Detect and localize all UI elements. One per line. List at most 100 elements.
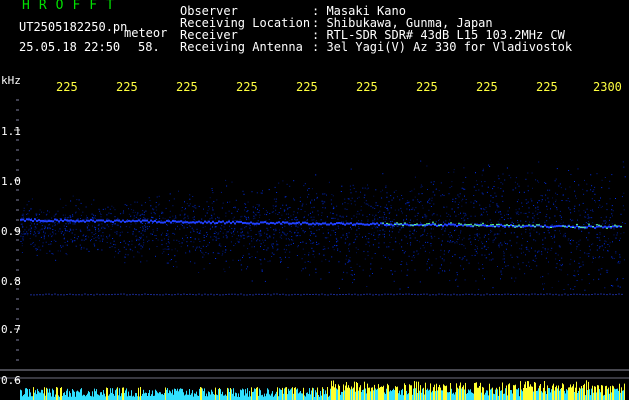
noise-pixel xyxy=(556,194,558,195)
carrier-line xyxy=(374,223,376,226)
secondary-line xyxy=(306,293,308,295)
noise-pixel xyxy=(212,207,213,209)
amplitude-bar xyxy=(490,389,491,400)
noise-pixel xyxy=(246,268,247,270)
noise-pixel xyxy=(109,246,111,248)
noise-pixel xyxy=(64,232,66,234)
noise-pixel xyxy=(175,261,177,263)
noise-pixel xyxy=(184,209,186,210)
amplitude-bar xyxy=(333,380,334,400)
amplitude-bar xyxy=(338,384,339,400)
noise-pixel xyxy=(494,233,496,235)
noise-pixel xyxy=(128,241,130,242)
noise-pixel xyxy=(384,256,386,258)
amplitude-bar xyxy=(304,395,305,400)
amplitude-bar xyxy=(102,394,103,400)
noise-pixel xyxy=(418,201,420,203)
noise-pixel xyxy=(527,185,529,187)
noise-pixel xyxy=(381,197,383,199)
noise-pixel xyxy=(247,201,249,203)
noise-pixel xyxy=(283,248,285,250)
noise-pixel xyxy=(596,237,598,239)
noise-pixel xyxy=(515,277,517,279)
noise-pixel xyxy=(218,217,220,219)
noise-pixel xyxy=(605,269,607,271)
noise-pixel xyxy=(254,217,256,219)
secondary-line xyxy=(441,293,443,295)
carrier-bright xyxy=(482,222,484,224)
noise-pixel xyxy=(265,235,267,237)
amplitude-bar xyxy=(527,381,528,400)
carrier-line xyxy=(406,223,408,226)
noise-pixel xyxy=(251,240,253,242)
carrier-line xyxy=(124,220,126,223)
noise-pixel xyxy=(220,227,222,229)
amplitude-bar xyxy=(143,389,144,400)
noise-pixel xyxy=(141,204,143,206)
noise-pixel xyxy=(438,272,440,274)
noise-pixel xyxy=(367,254,369,256)
carrier-bright xyxy=(534,226,536,228)
noise-pixel xyxy=(365,243,367,245)
noise-pixel xyxy=(409,234,411,236)
secondary-line xyxy=(57,294,59,296)
noise-pixel xyxy=(438,237,440,239)
noise-pixel xyxy=(323,246,325,247)
noise-pixel xyxy=(163,251,165,253)
noise-pixel xyxy=(470,243,472,245)
noise-pixel xyxy=(318,225,320,226)
noise-pixel xyxy=(576,280,578,281)
noise-pixel xyxy=(322,193,324,195)
noise-pixel xyxy=(478,189,480,191)
noise-pixel xyxy=(342,234,344,236)
noise-pixel xyxy=(528,207,530,209)
secondary-line xyxy=(105,294,107,296)
noise-pixel xyxy=(546,214,548,216)
amplitude-bar xyxy=(366,393,367,400)
secondary-line xyxy=(510,294,512,296)
amplitude-bar xyxy=(269,394,270,400)
noise-pixel xyxy=(517,211,519,213)
noise-pixel xyxy=(68,222,70,224)
noise-pixel xyxy=(218,252,220,254)
noise-pixel xyxy=(544,182,546,183)
noise-pixel xyxy=(613,258,615,259)
carrier-line xyxy=(230,222,232,225)
secondary-line xyxy=(375,293,377,295)
noise-pixel xyxy=(312,254,314,255)
amplitude-bar xyxy=(481,392,482,400)
noise-pixel xyxy=(35,235,37,237)
noise-pixel xyxy=(599,256,601,257)
amplitude-bar xyxy=(420,385,421,400)
amplitude-bar xyxy=(44,387,45,400)
amplitude-bar xyxy=(106,387,107,400)
noise-pixel xyxy=(547,229,549,231)
noise-pixel xyxy=(260,234,262,236)
noise-pixel xyxy=(155,255,156,257)
amplitude-bar xyxy=(446,385,447,400)
amplitude-bar xyxy=(436,383,437,400)
amplitude-bar xyxy=(107,388,108,400)
amplitude-bar xyxy=(427,388,428,400)
noise-pixel xyxy=(310,242,312,244)
amplitude-bar xyxy=(354,381,355,400)
noise-pixel xyxy=(379,210,381,212)
noise-pixel xyxy=(78,209,80,211)
noise-pixel xyxy=(276,192,278,193)
noise-pixel xyxy=(21,214,23,216)
noise-pixel xyxy=(225,179,227,181)
noise-pixel xyxy=(411,260,413,261)
amplitude-bar xyxy=(479,386,480,400)
noise-pixel xyxy=(293,211,295,213)
noise-pixel xyxy=(324,193,326,195)
amplitude-bar xyxy=(221,394,222,400)
noise-pixel xyxy=(573,275,575,276)
noise-pixel xyxy=(310,231,312,233)
noise-pixel xyxy=(324,201,326,203)
noise-pixel xyxy=(600,273,602,275)
secondary-line xyxy=(615,294,617,296)
noise-pixel xyxy=(106,214,108,216)
secondary-line xyxy=(96,293,98,295)
noise-pixel xyxy=(464,247,466,249)
carrier-line xyxy=(140,220,142,223)
